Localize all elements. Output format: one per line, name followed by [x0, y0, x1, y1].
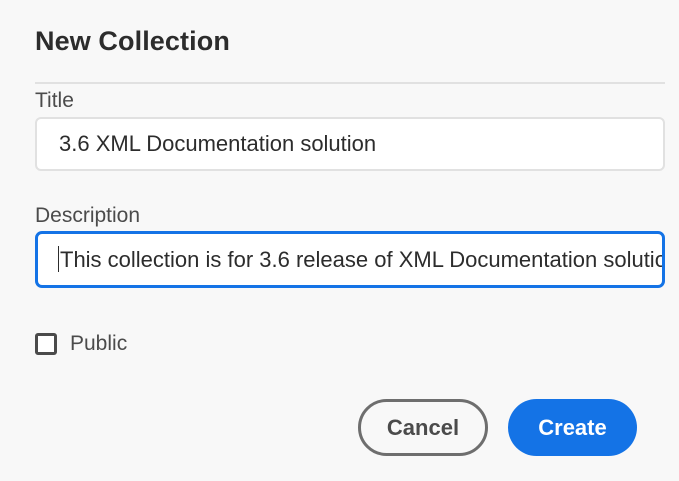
cancel-button[interactable]: Cancel	[358, 399, 488, 456]
create-button[interactable]: Create	[508, 399, 637, 456]
title-divider	[35, 82, 665, 84]
title-field-label: Title	[35, 89, 74, 112]
title-input-value: 3.6 XML Documentation solution	[59, 131, 377, 156]
public-checkbox-label[interactable]: Public	[70, 332, 127, 356]
text-caret	[58, 246, 59, 273]
title-input[interactable]: 3.6 XML Documentation solution	[35, 117, 665, 171]
description-field-label: Description	[35, 204, 141, 227]
public-checkbox[interactable]	[35, 333, 57, 355]
description-input-value: This collection is for 3.6 release of XM…	[60, 247, 665, 272]
dialog-title: New Collection	[35, 26, 230, 56]
description-input[interactable]: This collection is for 3.6 release of XM…	[35, 231, 665, 288]
new-collection-dialog: New Collection Title 3.6 XML Documentati…	[0, 0, 679, 481]
public-checkbox-row[interactable]: Public	[35, 330, 127, 358]
